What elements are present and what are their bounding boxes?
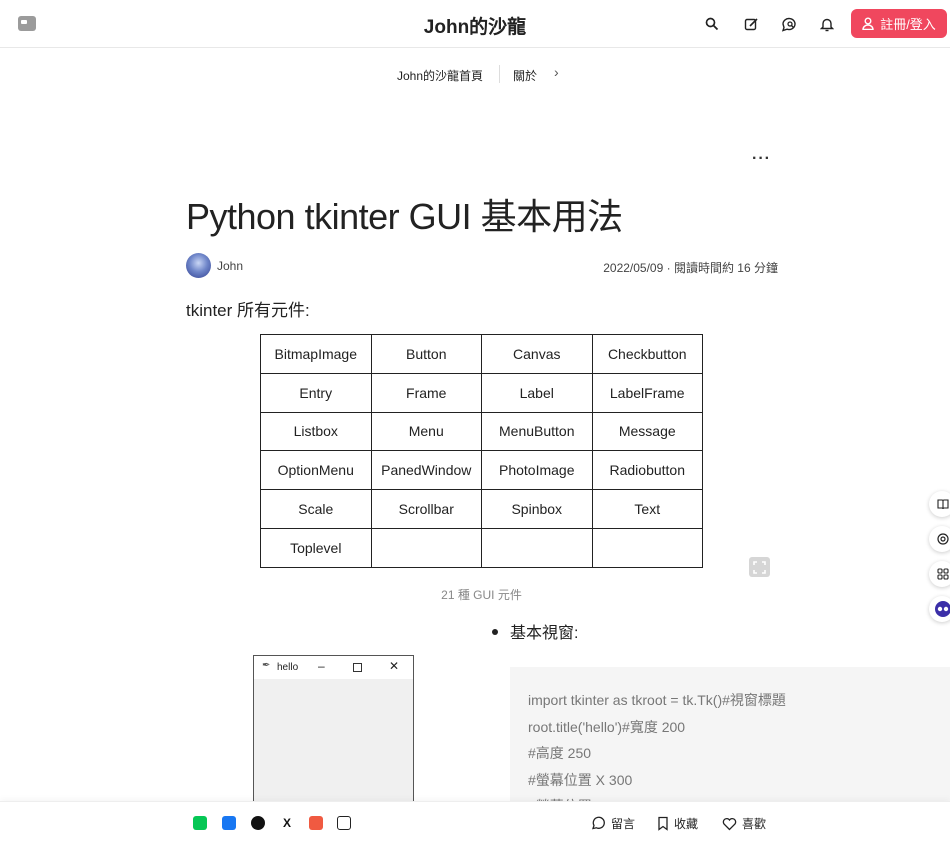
user-icon	[862, 17, 874, 30]
bookmark-icon	[658, 816, 668, 831]
code-line: #螢幕位置 X 300	[528, 771, 633, 788]
apps-icon[interactable]	[929, 561, 950, 587]
table-cell: Label	[481, 372, 593, 413]
tk-window-screenshot: ✒ hello – ✕	[253, 655, 414, 815]
threads-icon[interactable]	[251, 816, 265, 830]
facebook-icon[interactable]	[222, 816, 236, 830]
comment-icon	[592, 816, 605, 830]
tk-title-bar: ✒ hello – ✕	[254, 656, 413, 679]
minimize-icon: –	[318, 659, 325, 673]
table-row: Entry Frame Label LabelFrame	[260, 372, 703, 413]
table-cell: Toplevel	[260, 527, 372, 568]
table-cell: Radiobutton	[591, 450, 703, 491]
table-cell: Text	[591, 489, 703, 529]
table-cell: Scale	[260, 489, 372, 529]
maximize-icon	[353, 663, 362, 672]
code-line: import tkinter as tkroot = tk.Tk()#視窗標題	[528, 692, 786, 708]
table-row: OptionMenu PanedWindow PhotoImage Radiobutt…	[260, 450, 703, 491]
salon-subnav: John的沙龍首頁 關於 ›	[0, 62, 950, 86]
comment-label: 留言	[611, 817, 636, 831]
table-cell: Scrollbar	[370, 489, 482, 529]
intro-text: tkinter 所有元件:	[186, 301, 310, 320]
bookmark-button[interactable]: 收藏	[657, 815, 698, 832]
like-label: 喜歡	[742, 817, 767, 831]
line-icon[interactable]	[193, 816, 207, 830]
more-options-icon[interactable]: ···	[752, 150, 771, 168]
book-icon[interactable]	[929, 491, 950, 517]
table-cell	[481, 527, 593, 568]
like-button[interactable]: 喜歡	[722, 815, 766, 832]
close-icon: ✕	[389, 659, 400, 673]
top-header: John的沙龍 註冊/登入	[0, 0, 950, 48]
table-cell: Entry	[260, 372, 372, 413]
table-cell	[591, 527, 703, 568]
subnav-divider	[499, 65, 500, 83]
list-item: 基本視窗:	[492, 619, 578, 643]
author-name[interactable]: John	[217, 259, 243, 273]
feather-icon: ✒	[262, 660, 271, 671]
read-time: 閱讀時間約 16 分鐘	[673, 261, 778, 275]
table-cell: MenuButton	[481, 411, 593, 452]
components-table: BitmapImage Button Canvas Checkbutton Entry F…	[260, 334, 703, 568]
x-icon[interactable]: X	[280, 816, 294, 830]
bell-icon[interactable]	[817, 14, 837, 34]
search-icon[interactable]	[702, 14, 722, 34]
table-cell: Canvas	[481, 334, 593, 374]
about-link[interactable]: 關於	[513, 67, 537, 84]
podcast-icon[interactable]	[929, 526, 950, 552]
comment-button[interactable]: 留言	[591, 815, 635, 832]
table-cell: Checkbutton	[591, 334, 703, 374]
table-cell: Message	[591, 411, 703, 452]
site-title[interactable]: John的沙龍	[0, 12, 950, 39]
code-line: #高度 250	[528, 745, 592, 761]
image-caption: 21 種 GUI 元件	[441, 588, 522, 602]
tk-window-title: hello	[277, 662, 299, 673]
bookmark-label: 收藏	[674, 817, 699, 831]
table-cell: Frame	[370, 372, 482, 413]
table-cell: PanedWindow	[370, 450, 482, 491]
table-cell: Listbox	[260, 411, 372, 452]
table-cell: OptionMenu	[260, 450, 372, 491]
table-cell: PhotoImage	[481, 450, 593, 491]
bullet-dot	[492, 628, 498, 635]
post-date: 2022/05/09	[603, 261, 664, 275]
table-cell: BitmapImage	[260, 334, 372, 374]
chat-search-icon[interactable]	[779, 14, 799, 34]
table-cell: LabelFrame	[591, 372, 703, 413]
post-meta: 2022/05/09 · 閱讀時間約 16 分鐘	[603, 259, 778, 276]
signup-label: 註冊/登入	[880, 17, 936, 32]
plurk-icon[interactable]	[309, 816, 323, 830]
code-line: root.title('hello')#寬度 200	[528, 718, 686, 735]
meta-separator: ·	[666, 261, 671, 275]
table-row: Toplevel	[260, 527, 703, 568]
table-row: Listbox Menu MenuButton Message	[260, 411, 703, 452]
expand-image-icon[interactable]	[749, 557, 770, 577]
heart-icon	[722, 817, 737, 830]
table-cell: Menu	[370, 411, 482, 452]
chevron-right-icon[interactable]: ›	[554, 64, 559, 80]
table-cell: Spinbox	[481, 489, 593, 529]
copy-link-icon[interactable]	[337, 816, 351, 830]
edit-icon[interactable]	[741, 14, 761, 34]
table-cell: Button	[370, 334, 482, 374]
salon-home-link[interactable]: John的沙龍首頁	[397, 67, 483, 84]
table-row: BitmapImage Button Canvas Checkbutton	[260, 334, 703, 374]
author-row: John 2022/05/09 · 閱讀時間約 16 分鐘	[186, 253, 778, 279]
list-item-text: 基本視窗:	[510, 625, 579, 642]
table-cell	[370, 527, 482, 568]
signup-login-button[interactable]: 註冊/登入	[851, 9, 947, 38]
post-title: Python tkinter GUI 基本用法	[186, 196, 623, 237]
bot-icon[interactable]	[929, 596, 950, 622]
author-avatar[interactable]	[186, 253, 211, 278]
bottom-action-bar: X 留言 收藏 喜歡	[0, 801, 950, 843]
table-row: Scale Scrollbar Spinbox Text	[260, 489, 703, 529]
